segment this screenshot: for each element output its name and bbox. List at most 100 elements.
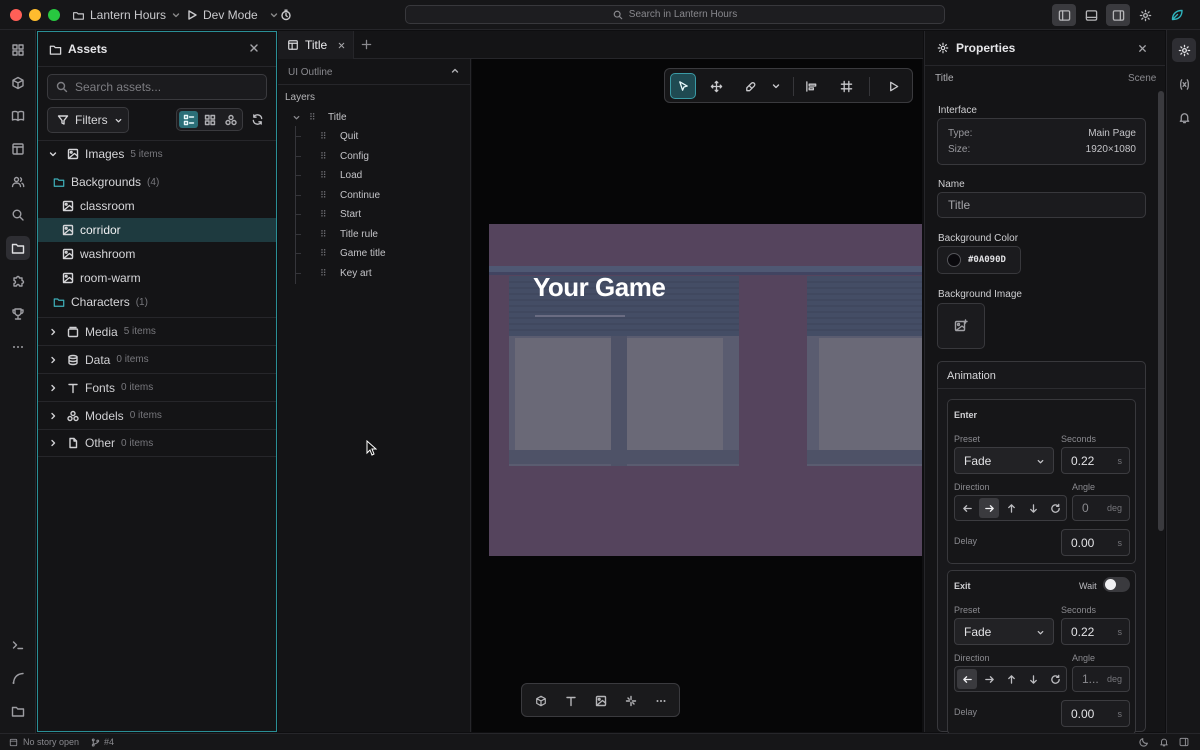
layer-root[interactable]: ⠿ Title — [278, 108, 468, 127]
drag-handle-icon[interactable]: ⠿ — [309, 112, 316, 123]
global-search[interactable]: Search in Lantern Hours — [405, 5, 945, 24]
refresh-icon[interactable] — [251, 113, 264, 126]
toggle-bottom-panel-button[interactable] — [1079, 4, 1103, 26]
search-icon[interactable] — [6, 203, 30, 227]
leaf-logo-icon[interactable] — [1165, 4, 1189, 26]
scene-preview[interactable]: Your Game — [489, 224, 922, 556]
data-section[interactable]: Data 0 items — [38, 345, 276, 373]
folder-icon[interactable] — [6, 699, 30, 723]
drag-handle-icon[interactable]: ⠿ — [320, 209, 327, 220]
list-item[interactable]: classroom — [38, 194, 276, 218]
exit-preset-select[interactable]: Fade — [954, 618, 1054, 645]
arrow-down-icon[interactable] — [1023, 669, 1043, 689]
branch-status[interactable]: #4 — [91, 737, 114, 747]
fonts-section[interactable]: Fonts 0 items — [38, 373, 276, 401]
models-section[interactable]: Models 0 items — [38, 401, 276, 429]
drag-handle-icon[interactable]: ⠿ — [320, 170, 327, 181]
list-item[interactable]: room-warm — [38, 266, 276, 290]
variables-icon[interactable] — [1172, 72, 1196, 96]
game-title[interactable]: Your Game — [533, 272, 666, 303]
align-icon[interactable] — [798, 73, 824, 99]
arrow-left-icon[interactable] — [957, 669, 977, 689]
backgrounds-folder[interactable]: Backgrounds (4) — [38, 170, 276, 194]
curve-icon[interactable] — [6, 666, 30, 690]
arrow-right-icon[interactable] — [979, 498, 999, 518]
select-tool-icon[interactable] — [670, 73, 696, 99]
asset-search-input[interactable]: Search assets... — [47, 74, 267, 100]
background-color-picker[interactable]: #0A090D — [937, 246, 1021, 274]
layer-item[interactable]: ⠿ Key art — [278, 264, 468, 283]
rotate-icon[interactable] — [1045, 669, 1065, 689]
toggle-right-sidebar-button[interactable] — [1106, 4, 1130, 26]
exit-seconds-input[interactable]: 0.22 s — [1061, 618, 1130, 645]
close-icon[interactable] — [1137, 43, 1148, 54]
puzzle-icon[interactable] — [6, 269, 30, 293]
settings-icon[interactable] — [1172, 38, 1196, 62]
other-section[interactable]: Other 0 items — [38, 429, 276, 457]
enter-seconds-input[interactable]: 0.22 s — [1061, 447, 1130, 474]
drag-handle-icon[interactable]: ⠿ — [320, 268, 327, 279]
more-icon[interactable] — [6, 335, 30, 359]
close-icon[interactable] — [248, 42, 260, 54]
enter-delay-input[interactable]: 0.00 s — [1061, 529, 1130, 556]
text-icon[interactable] — [562, 692, 580, 710]
minimize-window-button[interactable] — [29, 9, 41, 21]
characters-folder[interactable]: Characters (1) — [38, 290, 276, 314]
bell-icon[interactable] — [1172, 105, 1196, 129]
enter-angle-input[interactable]: 0 deg — [1072, 495, 1130, 521]
settings-icon[interactable] — [1133, 4, 1157, 26]
toggle-left-sidebar-button[interactable] — [1052, 4, 1076, 26]
list-item-selected[interactable]: corridor — [38, 218, 276, 242]
exit-angle-input[interactable]: 1... deg — [1072, 666, 1130, 692]
scrollbar[interactable] — [1158, 91, 1164, 531]
image-icon[interactable] — [592, 692, 610, 710]
drag-handle-icon[interactable]: ⠿ — [320, 229, 327, 240]
grid-icon[interactable] — [833, 73, 859, 99]
project-switcher[interactable]: Lantern Hours — [72, 7, 181, 23]
close-window-button[interactable] — [10, 9, 22, 21]
cube-icon[interactable] — [6, 71, 30, 95]
users-icon[interactable] — [6, 170, 30, 194]
exit-delay-input[interactable]: 0.00 s — [1061, 700, 1130, 727]
drag-handle-icon[interactable]: ⠿ — [320, 248, 327, 259]
trophy-icon[interactable] — [6, 302, 30, 326]
background-image-picker[interactable] — [937, 303, 985, 349]
timer-icon[interactable] — [280, 7, 292, 23]
dev-mode-button[interactable]: Dev Mode — [186, 7, 279, 23]
panel-icon[interactable] — [1179, 737, 1189, 747]
drag-handle-icon[interactable]: ⠿ — [320, 151, 327, 162]
arrow-down-icon[interactable] — [1023, 498, 1043, 518]
pan-tool-icon[interactable] — [737, 73, 763, 99]
rotate-icon[interactable] — [1045, 498, 1065, 518]
bell-icon[interactable] — [1159, 737, 1169, 747]
images-folder[interactable]: Images 5 items — [38, 142, 276, 166]
story-status[interactable]: No story open — [9, 737, 79, 747]
layout-icon[interactable] — [6, 137, 30, 161]
layer-item[interactable]: ⠿ Load — [278, 166, 468, 185]
layer-item[interactable]: ⠿ Start — [278, 205, 468, 224]
cube-icon[interactable] — [532, 692, 550, 710]
layer-item[interactable]: ⠿ Continue — [278, 186, 468, 205]
arrow-up-icon[interactable] — [1001, 498, 1021, 518]
maximize-window-button[interactable] — [48, 9, 60, 21]
list-item[interactable]: washroom — [38, 242, 276, 266]
move-tool-icon[interactable] — [703, 73, 729, 99]
theme-icon[interactable] — [1139, 737, 1149, 747]
filters-button[interactable]: Filters — [47, 107, 129, 133]
arrow-left-icon[interactable] — [957, 498, 977, 518]
play-icon[interactable] — [880, 73, 906, 99]
drag-handle-icon[interactable]: ⠿ — [320, 131, 327, 142]
enter-preset-select[interactable]: Fade — [954, 447, 1054, 474]
shapes-view-icon[interactable] — [221, 111, 240, 128]
media-section[interactable]: Media 5 items — [38, 317, 276, 345]
layer-item[interactable]: ⠿ Config — [278, 147, 468, 166]
arrow-right-icon[interactable] — [979, 669, 999, 689]
layer-item[interactable]: ⠿ Title rule — [278, 225, 468, 244]
close-icon[interactable] — [337, 41, 346, 50]
name-input[interactable]: Title — [937, 192, 1146, 218]
wait-toggle[interactable] — [1103, 577, 1130, 592]
animation-header[interactable]: Animation — [938, 362, 1145, 389]
layer-item[interactable]: ⠿ Quit — [278, 127, 468, 146]
tab-title[interactable]: Title — [278, 31, 354, 59]
sparkle-icon[interactable] — [622, 692, 640, 710]
